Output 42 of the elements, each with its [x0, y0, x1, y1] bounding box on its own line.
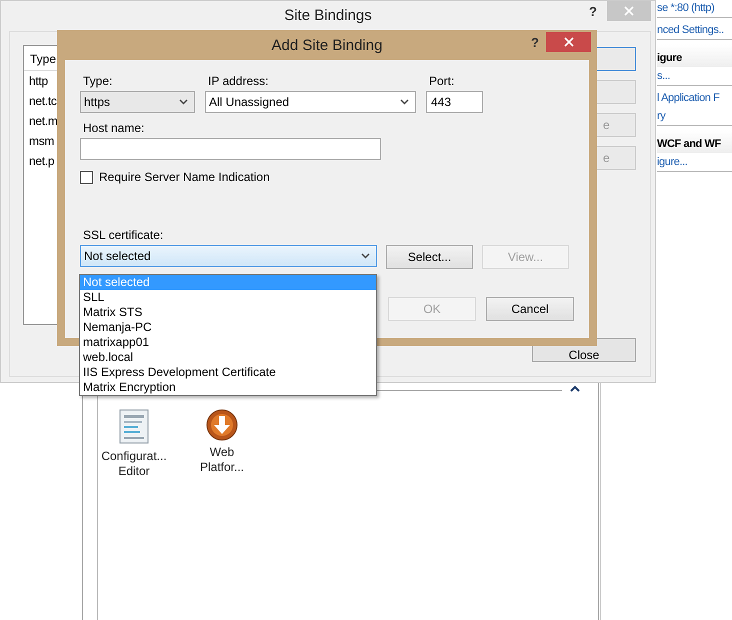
checkbox[interactable]: [80, 170, 93, 184]
action-link[interactable]: ry: [657, 108, 732, 126]
dropdown-option[interactable]: Nemanja-PC: [80, 320, 376, 335]
close-button[interactable]: [546, 32, 591, 52]
dropdown-option[interactable]: IIS Express Development Certificate: [80, 365, 376, 380]
field-label: Port:: [428, 74, 456, 88]
port-field[interactable]: 443: [426, 91, 483, 113]
document-icon: [118, 409, 150, 445]
dropdown-option[interactable]: Matrix STS: [80, 305, 376, 320]
type-dropdown[interactable]: https: [80, 91, 195, 113]
close-icon: [624, 6, 634, 16]
action-link[interactable]: se *:80 (http): [657, 0, 732, 18]
feature-label[interactable]: Web Platfor...: [200, 445, 244, 475]
chevron-icon: [361, 253, 370, 259]
field-label: Type:: [82, 74, 114, 88]
action-link[interactable]: s...: [657, 68, 732, 86]
dropdown-option[interactable]: matrixapp01: [80, 335, 376, 350]
help-button[interactable]: ?: [589, 4, 597, 19]
field-label: SSL certificate:: [82, 228, 164, 242]
help-button[interactable]: ?: [531, 35, 539, 50]
field-label: IP address:: [207, 74, 270, 88]
dropdown-option[interactable]: SLL: [80, 290, 376, 305]
dropdown-option[interactable]: Matrix Encryption: [80, 380, 376, 395]
window-title: Site Bindings: [284, 7, 372, 24]
select-button[interactable]: Select...: [386, 245, 473, 269]
dropdown-option[interactable]: web.local: [80, 350, 376, 365]
action-link[interactable]: igure...: [657, 154, 732, 172]
ip-address-dropdown[interactable]: All Unassigned: [205, 91, 416, 113]
chevron-icon: [400, 99, 409, 105]
feature-label[interactable]: Configurat... Editor: [101, 449, 167, 479]
close-icon: [564, 37, 574, 47]
dialog-title: Add Site Binding: [272, 37, 382, 54]
action-link[interactable]: l Application F: [657, 90, 732, 108]
host-name-field[interactable]: [80, 138, 381, 160]
cancel-button[interactable]: Cancel: [486, 297, 574, 321]
field-label: Host name:: [82, 121, 146, 135]
chevron-icon: [179, 99, 188, 105]
collapse-icon[interactable]: [570, 385, 580, 392]
ssl-certificate-dropdown[interactable]: Not selected: [80, 245, 377, 267]
checkbox-label: Require Server Name Indication: [99, 170, 270, 184]
download-icon: [206, 409, 238, 441]
action-link[interactable]: nced Settings..: [657, 22, 732, 40]
